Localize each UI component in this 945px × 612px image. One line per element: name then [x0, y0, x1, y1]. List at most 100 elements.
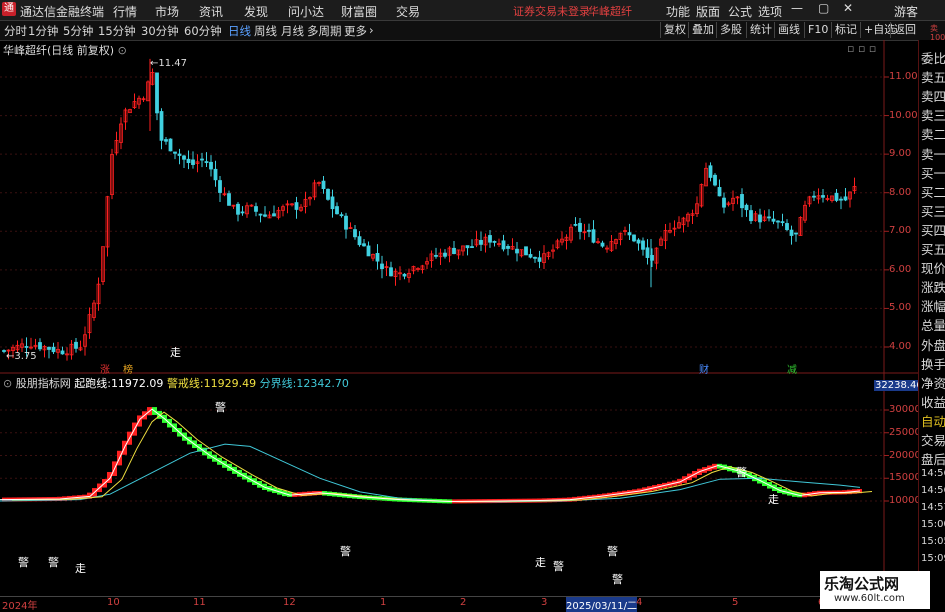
- quote-panel-item[interactable]: 外盘: [921, 335, 945, 354]
- quote-panel-item[interactable]: 现价: [921, 258, 945, 277]
- menu-item-discover[interactable]: 发现: [244, 3, 268, 20]
- signal-label: 走: [768, 493, 779, 506]
- quote-panel-item[interactable]: 涨跌: [921, 277, 945, 296]
- quote-panel-item[interactable]: 15:09: [921, 553, 945, 564]
- period-tab-more[interactable]: 更多: [344, 23, 367, 39]
- period-tab-weekly[interactable]: 周线: [254, 23, 277, 39]
- marker-finance[interactable]: 财: [699, 361, 709, 376]
- candle-body: [645, 247, 650, 258]
- marker-reduce-text: 减: [787, 365, 797, 376]
- price-chart-title-text: 华峰超纤(日线 前复权): [3, 44, 115, 57]
- period-tab-30min[interactable]: 30分钟: [141, 23, 179, 39]
- app-title: 通达信金融终端: [20, 5, 105, 19]
- price-chart-title[interactable]: 华峰超纤(日线 前复权) ⊙: [3, 42, 127, 58]
- toolbar-draw[interactable]: 画线: [774, 22, 803, 38]
- signal-label: 警: [607, 544, 618, 558]
- candle-body: [600, 242, 605, 247]
- toolbar-adjust[interactable]: 复权: [660, 22, 689, 38]
- menu-item-wealth[interactable]: 财富圈: [341, 3, 377, 20]
- menu-item-ask[interactable]: 问小达: [288, 3, 324, 20]
- toolbar-f10[interactable]: F10: [804, 22, 831, 38]
- quote-panel-item[interactable]: 卖五: [921, 67, 945, 86]
- menu-item-trade[interactable]: 交易: [396, 3, 420, 20]
- candle-body: [465, 245, 470, 249]
- marker-reduce[interactable]: 减: [787, 361, 797, 376]
- indicator-axis-label: 10000: [889, 495, 921, 506]
- settings-icon[interactable]: ⊙: [118, 44, 127, 57]
- chevron-right-icon[interactable]: ›: [369, 23, 374, 37]
- user-label[interactable]: 游客: [894, 3, 918, 20]
- candle-body: [155, 72, 159, 114]
- period-tab-daily[interactable]: 日线: [228, 23, 251, 39]
- quote-panel-item[interactable]: 卖四: [921, 86, 945, 105]
- maximize-icon[interactable]: ▢: [818, 1, 829, 15]
- menu-item-layout[interactable]: 版面: [696, 3, 720, 20]
- quote-panel-item[interactable]: 买一: [921, 163, 945, 182]
- date-cursor-label: 2025/03/11/二: [566, 597, 638, 612]
- candle-body: [200, 158, 204, 161]
- close-icon[interactable]: ✕: [843, 1, 853, 15]
- quote-panel-item[interactable]: 卖二: [921, 124, 945, 143]
- indicator-axis-label: 25000: [889, 426, 921, 438]
- minimize-icon[interactable]: —: [791, 1, 803, 15]
- menu-item-functions[interactable]: 功能: [666, 3, 690, 20]
- quote-panel-item[interactable]: 总量: [921, 315, 945, 334]
- quote-panel-item[interactable]: 卖一: [921, 144, 945, 163]
- quote-panel-item[interactable]: 收益: [921, 392, 945, 411]
- quote-panel-item[interactable]: 委比: [921, 48, 945, 67]
- menu-item-options[interactable]: 选项: [758, 3, 782, 20]
- quote-panel-item[interactable]: 净资: [921, 373, 945, 392]
- quote-panel-item[interactable]: 15:05: [921, 536, 945, 547]
- candle-body: [641, 240, 645, 250]
- login-warning[interactable]: 证券交易未登录: [513, 3, 590, 19]
- menu-item-quotes[interactable]: 行情: [113, 3, 137, 20]
- marker-ranking[interactable]: 榜: [123, 361, 133, 376]
- menu-item-market[interactable]: 市场: [155, 3, 179, 20]
- quote-panel-item[interactable]: 买四: [921, 220, 945, 239]
- line1-value: 11972.09: [110, 377, 164, 390]
- candle-body: [780, 221, 785, 224]
- quote-panel-item[interactable]: 买五: [921, 239, 945, 258]
- period-tab-multi[interactable]: 多周期: [307, 23, 342, 39]
- toolbar-mark[interactable]: 标记: [831, 22, 860, 38]
- quote-panel-item[interactable]: 盘后: [921, 449, 945, 468]
- quote-panel-item[interactable]: 买二: [921, 182, 945, 201]
- price-axis-label: 11.00: [889, 71, 918, 82]
- toolbar-multistock[interactable]: 多股: [716, 22, 745, 38]
- line1-label: 起跑线:: [74, 377, 111, 390]
- quote-panel-item[interactable]: 自动: [921, 411, 945, 430]
- quote-panel-item[interactable]: 14:56: [921, 485, 945, 496]
- toolbar-overlay[interactable]: 叠加: [688, 22, 717, 38]
- candle-body: [380, 263, 384, 270]
- toolbar-stats[interactable]: 统计: [746, 22, 775, 38]
- candle-body: [537, 257, 542, 262]
- chart-window-buttons[interactable]: ▫ ▫ ▫: [847, 42, 876, 55]
- period-tab-1min[interactable]: 1分钟: [28, 23, 58, 39]
- period-tab-intraday[interactable]: 分时: [4, 23, 27, 39]
- menu-item-news[interactable]: 资讯: [199, 3, 223, 20]
- marker-limit-up[interactable]: 涨: [100, 361, 110, 376]
- quote-panel-item[interactable]: 换手: [921, 354, 945, 373]
- candle-body: [236, 203, 240, 215]
- toolbar-back[interactable]: 返回: [890, 22, 919, 38]
- chart-canvas[interactable]: 警警走走警警走 警警警走警: [0, 40, 918, 596]
- period-tab-60min[interactable]: 60分钟: [184, 23, 222, 39]
- period-tab-monthly[interactable]: 月线: [281, 23, 304, 39]
- menu-item-formula[interactable]: 公式: [728, 3, 752, 20]
- settings-icon[interactable]: ⊙: [3, 377, 12, 390]
- quote-panel-item[interactable]: 14:57: [921, 502, 945, 513]
- candle-body: [357, 236, 362, 246]
- period-tab-15min[interactable]: 15分钟: [98, 23, 136, 39]
- quote-panel-item[interactable]: 交易: [921, 430, 945, 449]
- candle-body: [492, 241, 497, 243]
- indicator-title[interactable]: ⊙ 股朋指标网 起跑线:11972.09 警戒线:11929.49 分界线:12…: [3, 375, 349, 391]
- candle-body: [839, 198, 843, 201]
- quote-panel-item[interactable]: 卖三: [921, 105, 945, 124]
- quote-panel-item[interactable]: 15:00: [921, 519, 945, 530]
- candle-body: [38, 342, 42, 350]
- quote-panel-item[interactable]: 14:56: [921, 468, 945, 479]
- candle-body: [186, 158, 191, 164]
- quote-panel-item[interactable]: 涨幅: [921, 296, 945, 315]
- period-tab-5min[interactable]: 5分钟: [63, 23, 93, 39]
- quote-panel-item[interactable]: 买三: [921, 201, 945, 220]
